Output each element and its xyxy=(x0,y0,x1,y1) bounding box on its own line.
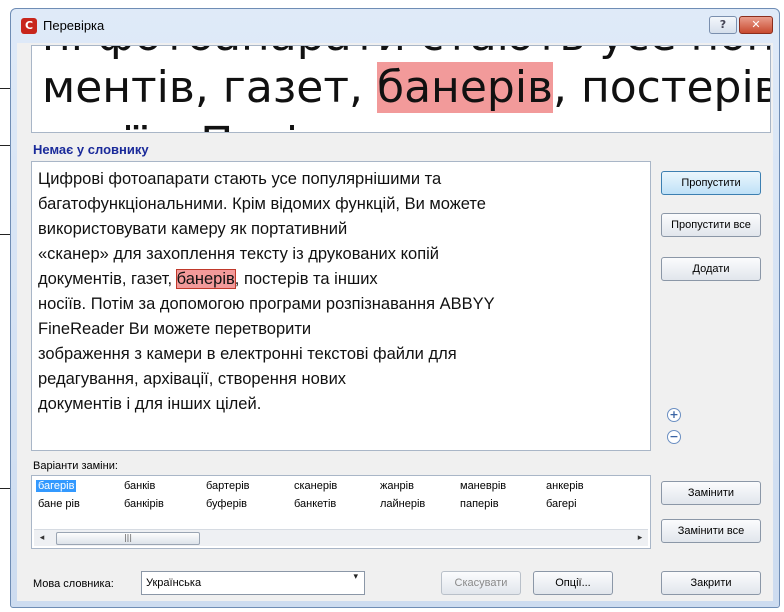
zoom-ghost-top-line: ні фотоапарати стають усе популяр xyxy=(42,46,770,61)
text-line: носіїв. Потім за допомогою програми розп… xyxy=(38,295,495,313)
variant-item[interactable]: банкетів xyxy=(294,498,336,510)
replace-all-button[interactable]: Замінити все xyxy=(661,519,761,543)
add-button[interactable]: Додати xyxy=(661,257,761,281)
app-logo-icon: C xyxy=(21,18,37,34)
dictionary-language-value: Українська xyxy=(146,577,202,589)
dropdown-arrow-icon: ▾ xyxy=(353,572,358,582)
text-before-error: документів, газет, xyxy=(38,270,177,288)
variant-item[interactable]: лайнерів xyxy=(380,498,425,510)
variant-item[interactable]: банків xyxy=(124,480,155,492)
variant-item[interactable]: бане рів xyxy=(38,498,80,510)
text-line: Цифрові фотоапарати стають усе популярні… xyxy=(38,170,442,188)
zoom-in-icon[interactable]: + xyxy=(667,408,681,422)
close-icon: ✕ xyxy=(751,18,761,31)
variant-item[interactable]: буферів xyxy=(206,498,247,510)
zoom-ghost-bottom-line: носіїв. Потім за допомогою xyxy=(42,118,670,132)
close-window-button[interactable]: ✕ xyxy=(739,16,773,34)
cancel-button[interactable]: Скасувати xyxy=(441,571,521,595)
variant-item[interactable]: сканерів xyxy=(294,480,337,492)
text-line: зображення з камери в електронні текстов… xyxy=(38,345,457,363)
variant-item[interactable]: маневрів xyxy=(460,480,506,492)
help-button[interactable]: ? xyxy=(709,16,737,34)
skip-button[interactable]: Пропустити xyxy=(661,171,761,195)
variant-item[interactable]: банкірів xyxy=(124,498,164,510)
replace-button[interactable]: Замінити xyxy=(661,481,761,505)
dictionary-language-label: Мова словника: xyxy=(33,578,114,590)
variant-item[interactable]: багерів xyxy=(36,480,77,492)
title-bar: C Перевірка ? ✕ xyxy=(11,9,779,43)
text-line: редагування, архівації, створення нових xyxy=(38,370,347,388)
text-editor[interactable]: Цифрові фотоапарати стають усе популярні… xyxy=(31,161,651,451)
text-line: багатофункціональними. Крім відомих функ… xyxy=(38,195,486,213)
text-line: «сканер» для захоплення тексту із друков… xyxy=(38,245,440,263)
window-title: Перевірка xyxy=(43,18,105,33)
zoom-text-after: , постерів та і xyxy=(552,62,771,113)
text-line: документів і для інших цілей. xyxy=(38,395,262,413)
close-button[interactable]: Закрити xyxy=(661,571,761,595)
options-button[interactable]: Опції... xyxy=(533,571,613,595)
help-icon: ? xyxy=(719,18,727,31)
variant-item[interactable]: багері xyxy=(546,498,577,510)
skip-all-button[interactable]: Пропустити все xyxy=(661,213,761,237)
scroll-right-arrow-icon[interactable]: ▸ xyxy=(632,530,648,546)
zoom-text-before: ментів, газет, xyxy=(42,62,377,113)
variant-item[interactable]: жанрів xyxy=(380,480,414,492)
variant-item[interactable]: паперів xyxy=(460,498,499,510)
zoom-preview: ні фотоапарати стають усе популяр ментів… xyxy=(31,45,771,133)
text-after-error: , постерів та інших xyxy=(234,270,378,288)
dictionary-status: Немає у словнику xyxy=(33,142,149,157)
variants-label: Варіанти заміни: xyxy=(33,460,118,472)
zoom-current-line: ментів, газет, банерів, постерів та і xyxy=(42,62,771,113)
variants-list[interactable]: багерів банків бартерів сканерів жанрів … xyxy=(31,475,651,549)
dictionary-language-select[interactable]: Українська ▾ xyxy=(141,571,365,595)
variant-item[interactable]: анкерів xyxy=(546,480,584,492)
zoom-out-icon[interactable]: − xyxy=(667,430,681,444)
scrollbar-thumb[interactable]: ||| xyxy=(56,532,200,545)
text-line: FineReader Ви можете перетворити xyxy=(38,320,312,338)
text-line: документів, газет, банерів, постерів та … xyxy=(38,267,644,292)
variant-item[interactable]: бартерів xyxy=(206,480,249,492)
text-line: використовувати камеру як портативний xyxy=(38,220,348,238)
error-word[interactable]: банерів xyxy=(175,269,236,289)
spellcheck-dialog: C Перевірка ? ✕ ні фотоапарати стають ус… xyxy=(10,8,780,608)
zoom-error-word: банерів xyxy=(376,62,553,113)
horizontal-scrollbar[interactable]: ◂ ||| ▸ xyxy=(34,529,648,546)
scroll-left-arrow-icon[interactable]: ◂ xyxy=(34,530,50,546)
dialog-client-area: ні фотоапарати стають усе популяр ментів… xyxy=(17,43,773,601)
